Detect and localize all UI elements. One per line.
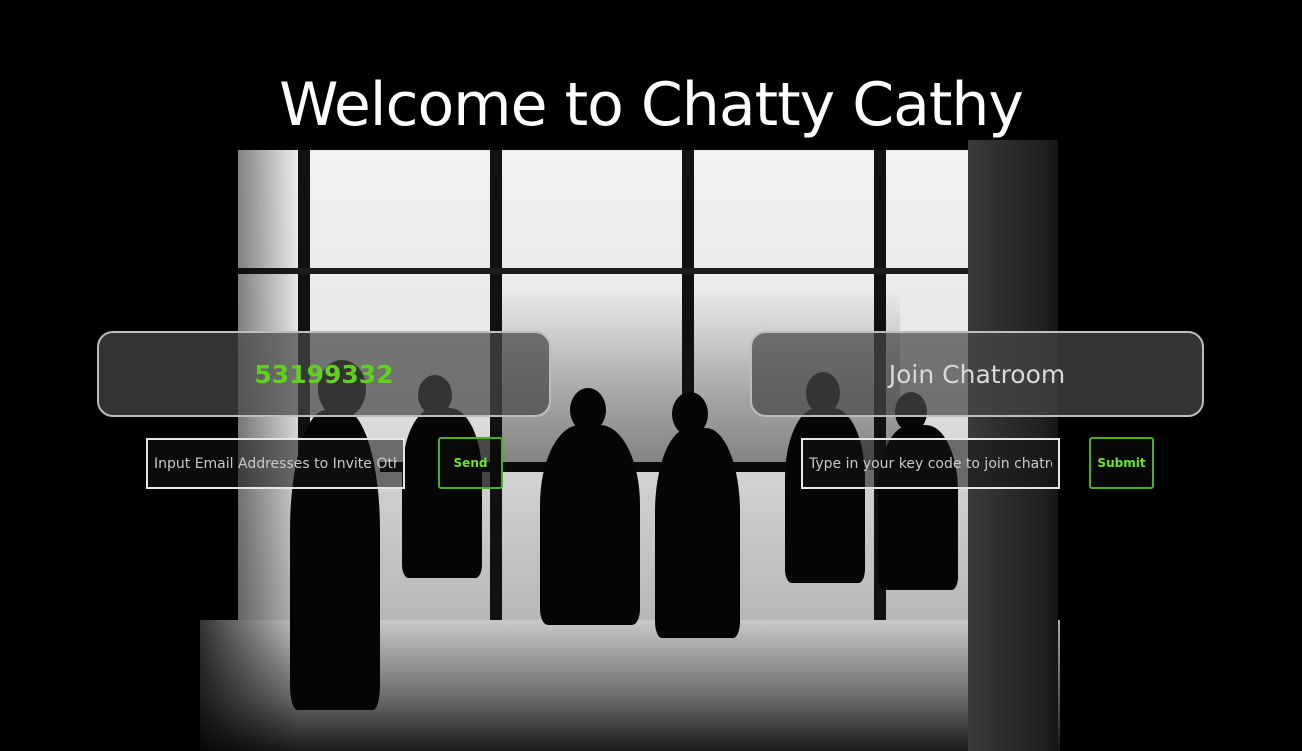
page-title: Welcome to Chatty Cathy <box>279 70 1024 140</box>
key-code-value: 53199332 <box>254 359 394 389</box>
person-silhouette <box>655 428 740 638</box>
window-transom <box>238 268 968 274</box>
person-silhouette <box>785 408 865 583</box>
submit-button[interactable]: Submit <box>1089 437 1154 489</box>
person-silhouette <box>540 425 640 625</box>
invite-email-input[interactable] <box>146 438 405 489</box>
key-code-input[interactable] <box>801 438 1060 489</box>
join-chatroom-label: Join Chatroom <box>888 359 1066 389</box>
person-silhouette <box>402 408 482 578</box>
send-button[interactable]: Send <box>438 437 503 489</box>
join-chatroom-panel[interactable]: Join Chatroom <box>750 331 1204 417</box>
key-code-panel: 53199332 <box>97 331 551 417</box>
